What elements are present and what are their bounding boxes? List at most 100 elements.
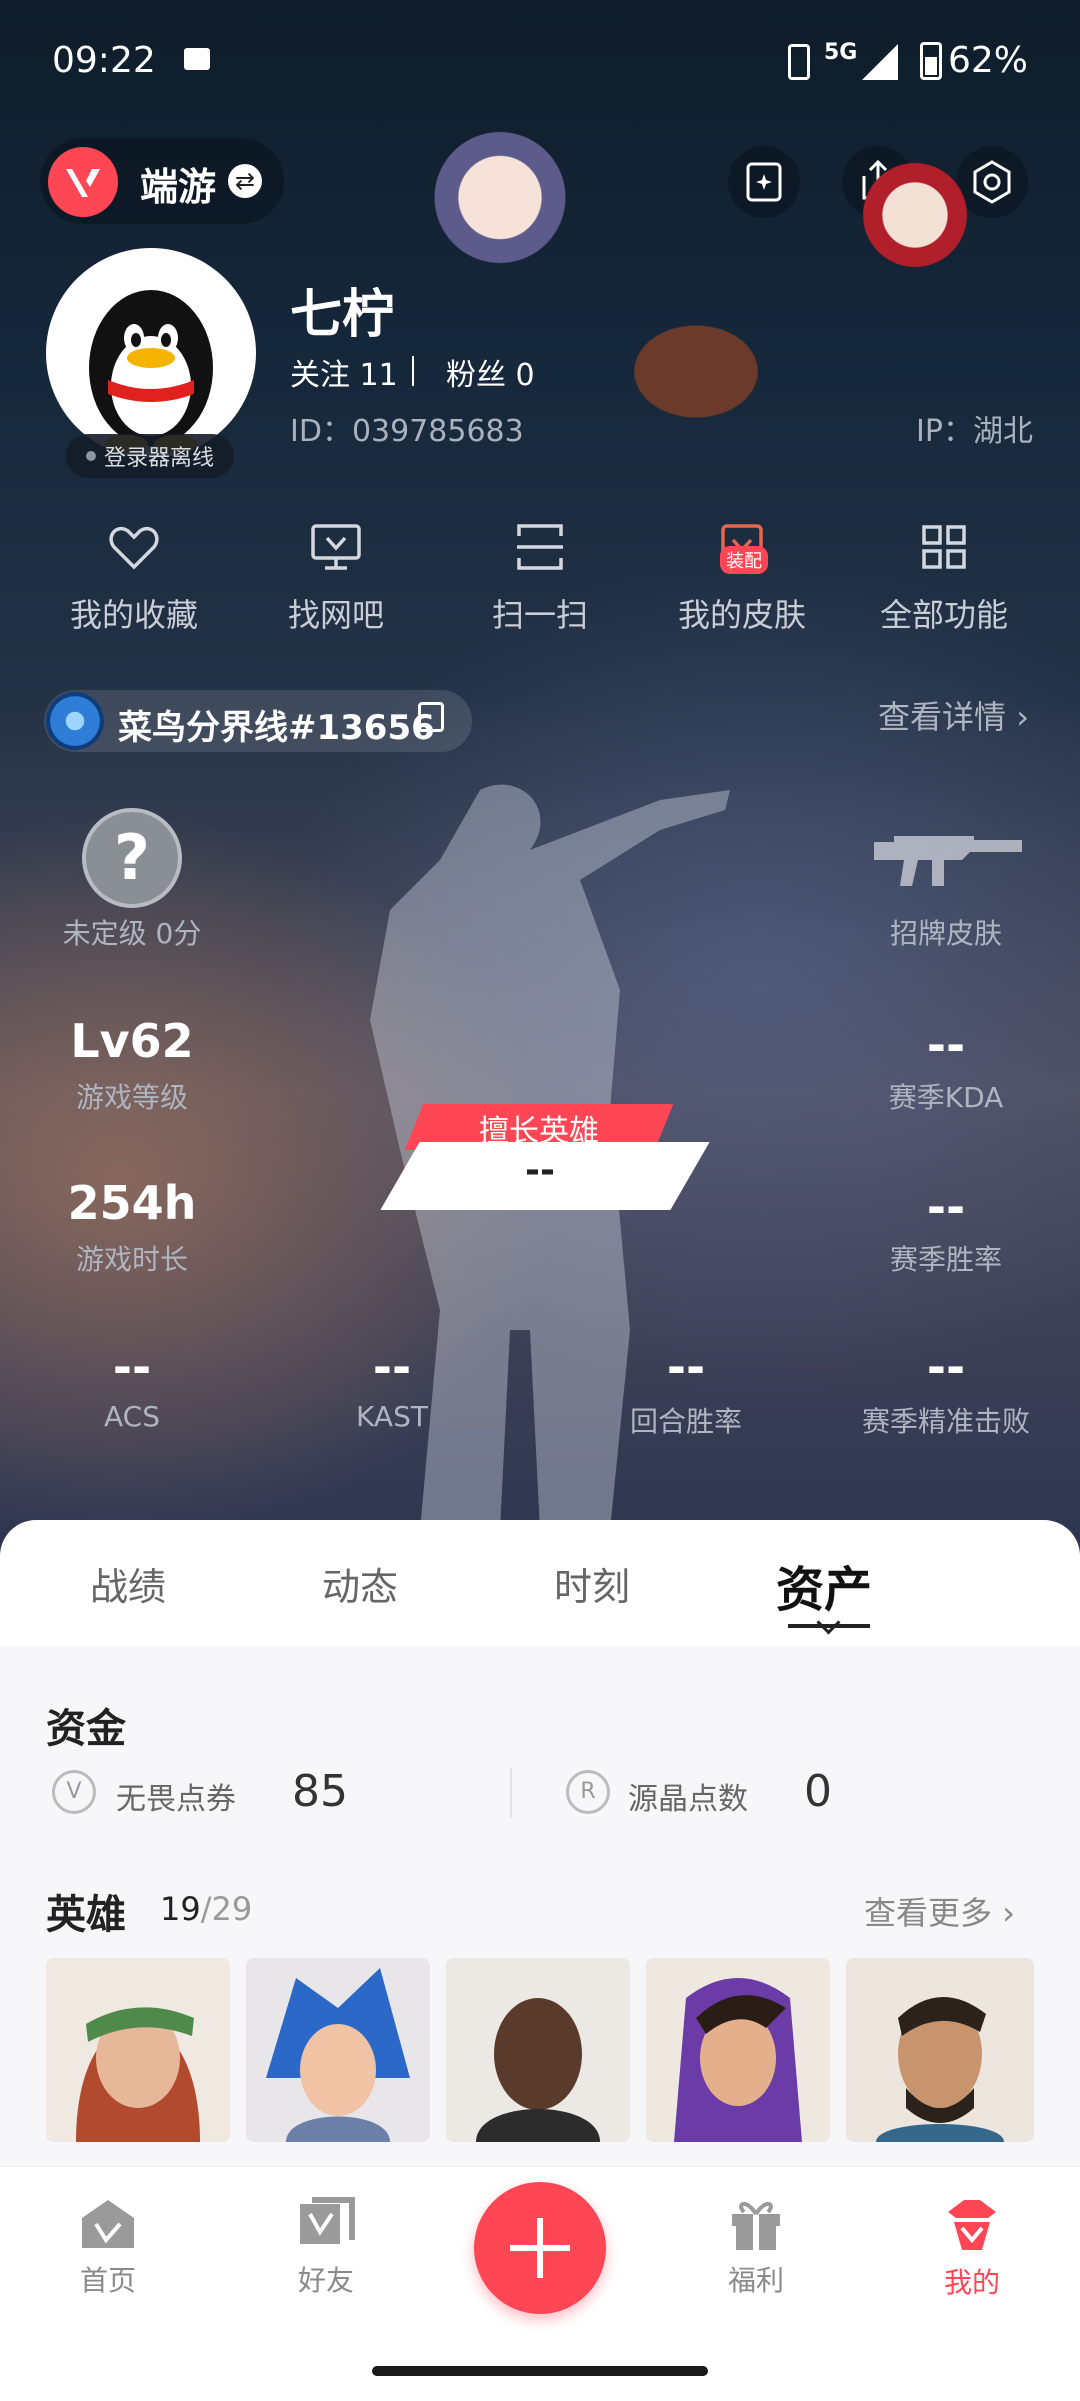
grid-icon <box>922 525 966 569</box>
home-indicator <box>372 2366 708 2376</box>
follow-count[interactable]: 关注 11 <box>290 350 398 394</box>
sticker-new-year-icon <box>850 130 980 300</box>
hero-card[interactable] <box>246 1958 430 2142</box>
hero-card[interactable] <box>446 1958 630 2142</box>
nav-benefits[interactable]: 福利 <box>676 2196 836 2299</box>
hero-card[interactable] <box>46 1958 230 2142</box>
view-more-text: 查看更多 <box>864 1894 993 1932</box>
playtime-label: 游戏时长 <box>75 1243 188 1276</box>
shortcut-all-features[interactable]: 全部功能 <box>864 512 1024 636</box>
smg-icon <box>874 836 1022 886</box>
divider <box>510 1768 512 1818</box>
radianite-points-value: 0 <box>804 1766 832 1817</box>
game-account-name: 菜鸟分界线#13656 <box>118 708 435 748</box>
kda-value: -- <box>926 1018 966 1072</box>
shortcut-favorites[interactable]: 我的收藏 <box>54 512 214 636</box>
hero-card[interactable] <box>846 1958 1034 2142</box>
scan-icon <box>517 524 563 570</box>
shortcut-find-netcafe[interactable]: 找网吧 <box>256 512 416 636</box>
playtime-value: 254h <box>67 1176 197 1230</box>
avatar[interactable] <box>46 248 256 458</box>
profile-name: 七柠 <box>290 285 395 345</box>
best-hero-value: -- <box>525 1150 555 1191</box>
profile-icon <box>948 2200 996 2250</box>
chevron-right-icon: › <box>1016 698 1029 736</box>
nav-label: 我的 <box>943 2266 1000 2299</box>
nav-friends[interactable]: 好友 <box>246 2196 406 2299</box>
copy-icon[interactable] <box>418 702 444 732</box>
level-label: 游戏等级 <box>75 1081 188 1114</box>
add-post-button[interactable] <box>474 2182 606 2314</box>
nav-me[interactable]: 我的 <box>892 2196 1052 2301</box>
divider <box>412 356 414 386</box>
user-id: ID：039785683 <box>290 414 524 449</box>
rank-text: 未定级 0分 <box>62 917 202 950</box>
kast-value: -- <box>372 1340 412 1394</box>
funds-title: 资金 <box>46 1706 126 1752</box>
valorant-points-icon: V <box>52 1770 96 1814</box>
follow-value: 11 <box>359 358 398 393</box>
winrate-label: 赛季胜率 <box>889 1243 1002 1276</box>
tab-assets[interactable]: 资产 <box>776 1550 872 1620</box>
fans-label: 粉丝 <box>446 358 506 393</box>
winrate-value: -- <box>926 1180 966 1234</box>
shortcut-label: 找网吧 <box>287 596 384 634</box>
nav-home[interactable]: 首页 <box>28 2196 188 2299</box>
round-winrate-label: 回合胜率 <box>629 1405 742 1438</box>
battery-icon <box>920 42 942 80</box>
round-winrate-value: -- <box>666 1340 706 1394</box>
fans-value: 0 <box>515 358 535 393</box>
kda-label: 赛季KDA <box>888 1081 1004 1114</box>
mail-icon <box>184 48 210 70</box>
friends-icon <box>300 2197 355 2244</box>
launcher-status-text: 登录器离线 <box>103 446 214 471</box>
nfc-icon <box>788 44 810 80</box>
follow-label: 关注 <box>290 358 350 393</box>
sparkle-card-button[interactable] <box>728 146 800 218</box>
launcher-status-badge: 登录器离线 <box>66 434 234 478</box>
monitor-icon <box>311 524 361 570</box>
view-details-text: 查看详情 <box>878 698 1007 736</box>
view-more-link[interactable]: 查看更多 › <box>864 1888 1015 1934</box>
shortcut-label: 我的皮肤 <box>677 596 806 634</box>
tab-records[interactable]: 战绩 <box>90 1556 166 1611</box>
nav-label: 首页 <box>79 2264 136 2297</box>
shortcut-label: 我的收藏 <box>69 596 198 634</box>
acs-value: -- <box>112 1340 152 1394</box>
radianite-points-label: 源晶点数 <box>628 1782 748 1817</box>
precise-kills-value: -- <box>926 1340 966 1394</box>
signature-skin-label: 招牌皮肤 <box>889 917 1002 950</box>
radianite-points-icon: R <box>566 1770 610 1814</box>
equip-badge: 装配 <box>720 546 768 574</box>
chevron-right-icon: › <box>1002 1894 1015 1932</box>
signal-icon <box>862 44 898 80</box>
shortcut-label: 全部功能 <box>879 596 1008 634</box>
kast-label: KAST <box>356 1400 428 1433</box>
tab-feed[interactable]: 动态 <box>322 1556 398 1611</box>
nav-label: 福利 <box>727 2264 784 2297</box>
nav-label: 好友 <box>297 2264 354 2297</box>
battery-percent: 62% <box>948 40 1029 81</box>
shortcut-scan[interactable]: 扫一扫 <box>460 512 620 636</box>
heroes-title: 英雄 <box>46 1892 126 1938</box>
precise-kills-label: 赛季精准击败 <box>861 1405 1030 1438</box>
hero-card[interactable] <box>646 1958 830 2142</box>
view-details-link[interactable]: 查看详情 › <box>878 692 1029 738</box>
game-badge-icon <box>46 692 104 750</box>
status-dot-icon <box>85 451 96 461</box>
gift-icon <box>732 2202 780 2250</box>
shortcut-label: 扫一扫 <box>491 596 588 634</box>
valorant-logo-icon <box>48 147 118 217</box>
fans-count[interactable]: 粉丝 0 <box>446 350 535 394</box>
sticker-cookie-icon <box>600 300 760 430</box>
level-value: Lv62 <box>70 1014 194 1068</box>
tab-moments[interactable]: 时刻 <box>554 1556 630 1611</box>
ip-location: IP：湖北 <box>916 414 1033 449</box>
heroes-owned-count: 19/29 <box>160 1890 253 1928</box>
shortcut-my-skins[interactable]: 装配 我的皮肤 <box>662 512 822 636</box>
sticker-character-icon <box>430 130 570 280</box>
app-name: 端游 <box>140 165 217 209</box>
switch-icon: ⇄ <box>228 164 262 198</box>
home-icon <box>82 2200 134 2248</box>
status-time: 09:22 <box>52 40 156 81</box>
